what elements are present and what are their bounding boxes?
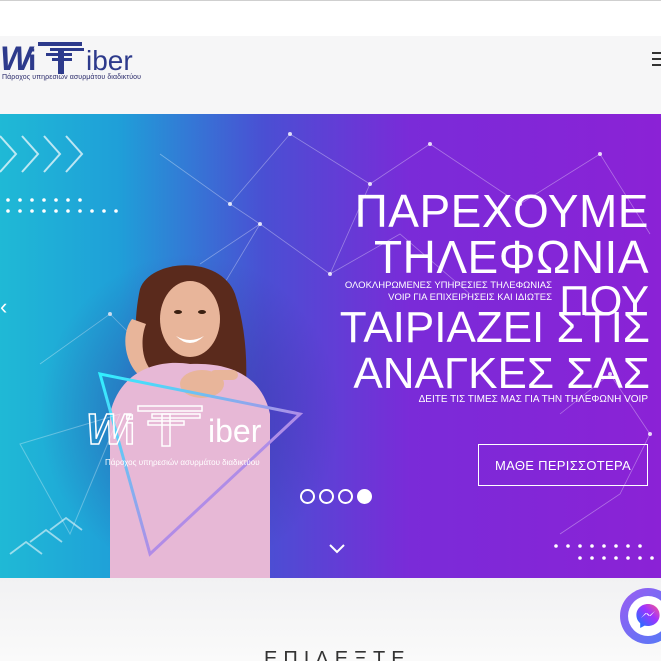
slider-dot-2[interactable] xyxy=(319,489,334,504)
slider-pagination xyxy=(300,489,372,504)
section-title: ΕΠΙΛΕΞΤΕ xyxy=(264,648,411,661)
svg-text:iber: iber xyxy=(208,413,262,449)
messenger-icon xyxy=(628,596,661,636)
hero-headline-line-2: ΤΗΛΕΦΩΝΙΑ xyxy=(374,231,649,283)
svg-text:iber: iber xyxy=(86,45,133,76)
hero-slider: ‹ W i iber Πάροχος υπηρεσιών ασυρμάτου δ… xyxy=(0,114,661,578)
hero-headline-line-4: ΤΑΙΡΙΑΖΕΙ ΣΤΙΣ xyxy=(339,303,650,352)
hero-image-logo-tagline: Πάροχος υπηρεσιών ασυρμάτου διαδικτύου xyxy=(105,458,260,467)
learn-more-button[interactable]: ΜΑΘΕ ΠΕΡΙΣΣΟΤΕΡΑ xyxy=(478,444,648,486)
hero-headline-line-1: ΠΑΡΕΧΟΥΜΕ xyxy=(354,185,649,237)
hero-headline-line-5: ΑΝΑΓΚΕΣ ΣΑΣ xyxy=(353,349,650,398)
slider-dot-4[interactable] xyxy=(357,489,372,504)
hero-image-logo: W i iber xyxy=(85,404,262,455)
scroll-down-chevron-icon[interactable] xyxy=(329,544,345,554)
wifiber-logo[interactable]: W i iber Πάροχος υπηρεσιών ασυρμάτου δια… xyxy=(0,36,150,114)
logo-tagline: Πάροχος υπηρεσιών ασυρμάτου διαδικτύου xyxy=(2,74,142,81)
slider-dot-3[interactable] xyxy=(338,489,353,504)
slider-dot-1[interactable] xyxy=(300,489,315,504)
svg-text:i: i xyxy=(28,44,36,77)
hamburger-icon[interactable] xyxy=(652,52,661,68)
hero-subtitle-line-1: ΟΛΟΚΛΗΡΩΜΕΝΕΣ ΥΠΗΡΕΣΙΕΣ ΤΗΛΕΦΩΝΙΑΣ xyxy=(344,280,552,291)
page: W i iber Πάροχος υπηρεσιών ασυρμάτου δια… xyxy=(0,0,661,661)
browser-top-strip xyxy=(0,0,661,36)
slider-prev-arrow-icon[interactable]: ‹ xyxy=(0,294,7,320)
hero-subtitle: ΟΛΟΚΛΗΡΩΜΕΝΕΣ ΥΠΗΡΕΣΙΕΣ ΤΗΛΕΦΩΝΙΑΣ VOIP … xyxy=(316,280,552,304)
next-section: ΕΠΙΛΕΞΤΕ xyxy=(0,578,661,661)
site-header: W i iber Πάροχος υπηρεσιών ασυρμάτου δια… xyxy=(0,36,661,114)
hero-prices-text: ΔΕΙΤΕ ΤΙΣ ΤΙΜΕΣ ΜΑΣ ΓΙΑ ΤΗΝ ΤΗΛΕΦΩΝΗ VOI… xyxy=(418,394,648,405)
svg-text:i: i xyxy=(124,409,135,453)
